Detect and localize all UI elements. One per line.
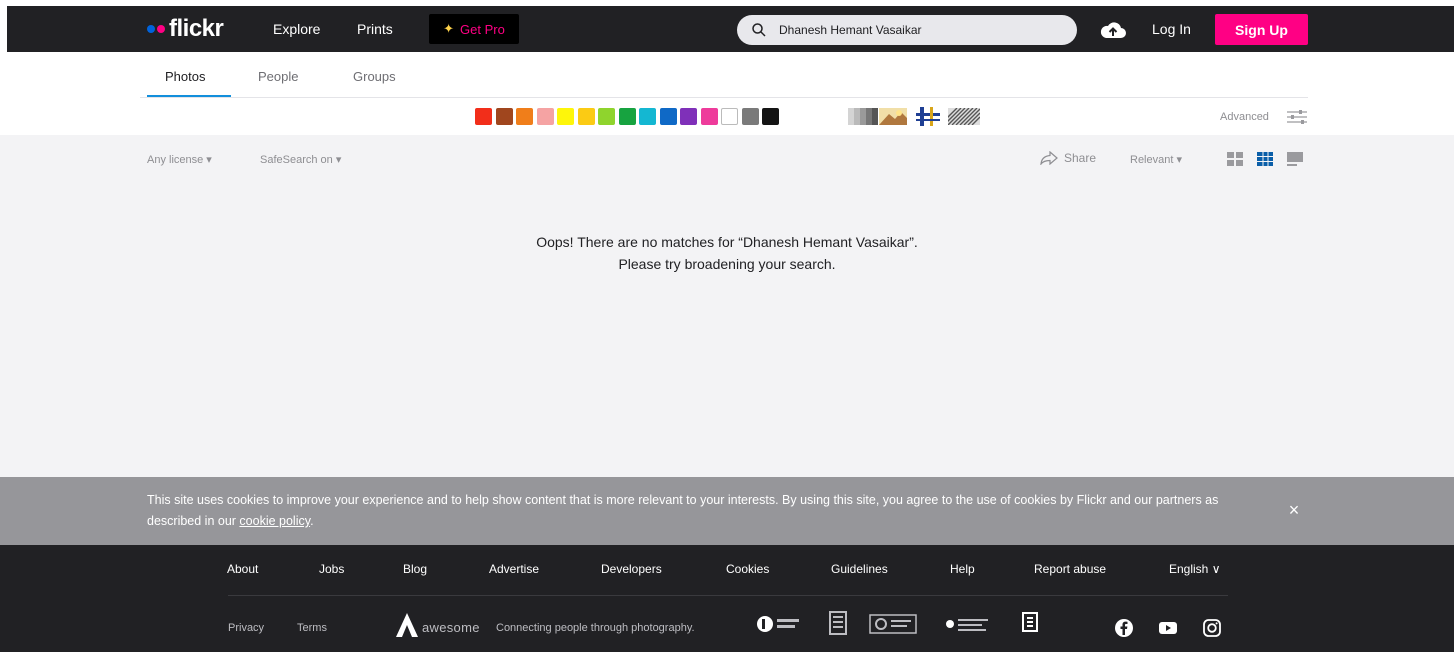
color-filter-row: Advanced — [0, 98, 1454, 135]
color-swatch[interactable] — [557, 108, 574, 125]
advanced-link[interactable]: Advanced — [1220, 111, 1269, 123]
no-results-line-2: Please try broadening your search. — [618, 256, 836, 272]
sparkle-icon: ✦ — [443, 21, 455, 36]
color-swatch[interactable] — [700, 108, 718, 125]
sort-dropdown[interactable]: Relevant ▾ — [1130, 153, 1182, 166]
partner-logo-5-icon[interactable] — [1020, 611, 1046, 637]
sliders-icon[interactable] — [1286, 109, 1308, 125]
no-results-line-1: Oops! There are no matches for “Dhanesh … — [536, 234, 918, 250]
partner-logo-3-icon[interactable] — [869, 611, 917, 637]
share-icon — [1040, 151, 1058, 165]
footer-link-advertise[interactable]: Advertise — [489, 562, 539, 576]
color-swatch[interactable] — [762, 108, 779, 125]
logo-pink-dot-icon — [157, 25, 165, 33]
cookie-period: . — [310, 514, 314, 528]
footer-link-report-abuse[interactable]: Report abuse — [1034, 562, 1106, 576]
footer-link-guidelines[interactable]: Guidelines — [831, 562, 888, 576]
license-dropdown[interactable]: Any license ▾ — [147, 153, 212, 166]
footer-link-terms[interactable]: Terms — [297, 622, 327, 634]
search-results-area: Any license ▾ SafeSearch on ▾ Share Rele… — [0, 135, 1454, 477]
no-results-message: Oops! There are no matches for “Dhanesh … — [0, 231, 1454, 275]
youtube-icon[interactable] — [1158, 618, 1178, 638]
search-box[interactable] — [737, 15, 1077, 45]
color-swatch[interactable] — [577, 108, 595, 125]
search-input[interactable] — [779, 21, 1059, 39]
footer-link-cookies[interactable]: Cookies — [726, 562, 769, 576]
awesome-wordmark: awesome — [422, 620, 480, 635]
cookie-banner: This site uses cookies to improve your e… — [0, 477, 1454, 545]
color-swatch[interactable] — [475, 108, 492, 125]
instagram-icon[interactable] — [1202, 618, 1222, 638]
cookie-close-icon[interactable]: × — [1285, 501, 1303, 519]
tab-groups[interactable]: Groups — [353, 69, 396, 84]
logo-wordmark: flickr — [169, 15, 224, 42]
footer-tagline: Connecting people through photography. — [496, 622, 695, 634]
login-link[interactable]: Log In — [1152, 21, 1191, 37]
footer-link-blog[interactable]: Blog — [403, 562, 427, 576]
partner-logo-4-icon[interactable] — [944, 611, 996, 637]
cookie-text: This site uses cookies to improve your e… — [147, 490, 1267, 532]
minimalist-filter-icon[interactable] — [914, 107, 942, 126]
color-swatch[interactable] — [721, 108, 738, 125]
large-view-icon[interactable] — [1287, 152, 1303, 166]
pattern-filter-icon[interactable] — [948, 108, 980, 125]
partner-logo-2-icon[interactable] — [829, 611, 847, 637]
share-label: Share — [1064, 151, 1097, 165]
footer-link-developers[interactable]: Developers — [601, 562, 662, 576]
language-selector[interactable]: English ∨ — [1169, 562, 1220, 576]
awesome-logo-icon[interactable] — [396, 613, 418, 637]
color-swatch[interactable] — [659, 108, 677, 125]
small-grid-view-icon[interactable] — [1227, 152, 1243, 166]
cookie-policy-link[interactable]: cookie policy — [239, 514, 310, 528]
get-pro-button[interactable]: ✦ Get Pro — [429, 14, 519, 44]
signup-button[interactable]: Sign Up — [1215, 14, 1308, 45]
color-swatch[interactable] — [495, 108, 513, 125]
get-pro-label: Get Pro — [460, 21, 505, 37]
color-swatch[interactable] — [639, 108, 656, 125]
footer-link-about[interactable]: About — [227, 562, 258, 576]
upload-cloud-icon[interactable] — [1099, 20, 1127, 40]
grayscale-filter-icon[interactable] — [848, 108, 878, 125]
tab-photos[interactable]: Photos — [165, 69, 205, 84]
nav-prints[interactable]: Prints — [357, 21, 393, 37]
shallow-depth-filter-icon[interactable] — [879, 108, 907, 125]
safesearch-dropdown[interactable]: SafeSearch on ▾ — [260, 153, 341, 166]
color-swatch[interactable] — [741, 108, 759, 125]
justified-view-icon[interactable] — [1257, 152, 1273, 166]
facebook-icon[interactable] — [1114, 618, 1134, 638]
share-button[interactable]: Share — [1040, 151, 1096, 165]
footer-link-jobs[interactable]: Jobs — [319, 562, 344, 576]
footer-link-privacy[interactable]: Privacy — [228, 622, 264, 634]
top-navbar: flickr Explore Prints ✦ Get Pro Log In S… — [7, 6, 1454, 52]
logo-blue-dot-icon — [147, 25, 155, 33]
color-swatch[interactable] — [618, 108, 636, 125]
color-swatch[interactable] — [536, 108, 554, 125]
footer-divider — [228, 595, 1228, 596]
tab-people[interactable]: People — [258, 69, 298, 84]
site-footer: About Jobs Blog Advertise Developers Coo… — [0, 545, 1454, 652]
search-tabs: Photos People Groups — [0, 52, 1454, 98]
nav-explore[interactable]: Explore — [273, 21, 320, 37]
color-swatch[interactable] — [598, 108, 615, 125]
flickr-logo[interactable]: flickr — [147, 15, 224, 42]
color-swatch[interactable] — [516, 108, 533, 125]
search-icon — [752, 23, 766, 37]
footer-link-help[interactable]: Help — [950, 562, 975, 576]
partner-logo-1-icon[interactable] — [756, 611, 804, 637]
color-swatch[interactable] — [680, 108, 697, 125]
